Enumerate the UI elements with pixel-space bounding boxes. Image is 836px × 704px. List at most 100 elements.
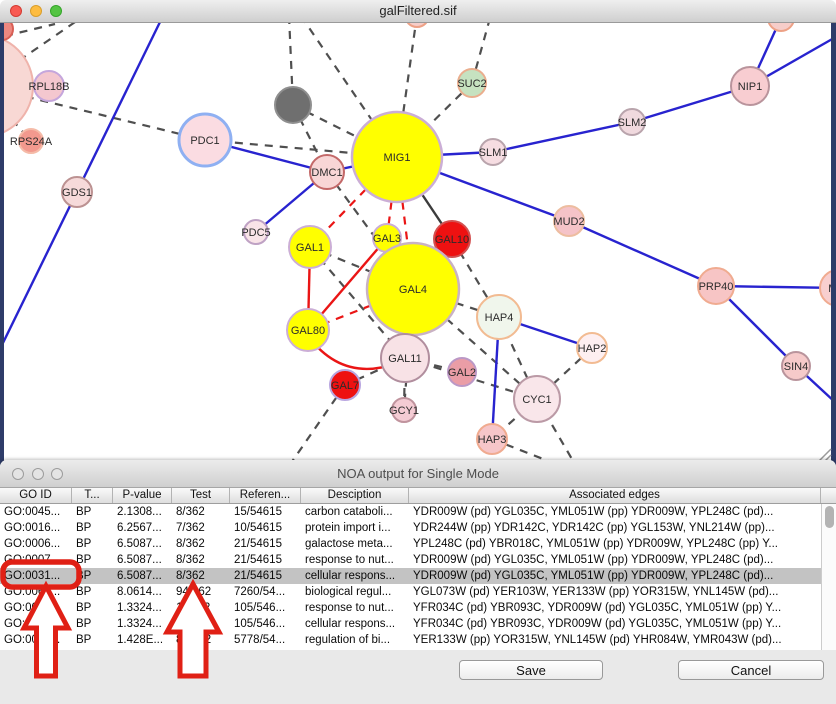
table-cell: 7260/54... [230,584,301,600]
network-window-title: galFiltered.sif [0,3,836,18]
column-header-p-value[interactable]: P-value [113,488,172,503]
table-cell: 8/362 [172,536,230,552]
node-label: GDS1 [62,187,92,199]
node-MUD2[interactable]: MUD2 [553,206,584,236]
table-cell: biological regul... [301,584,409,600]
node-label: NIP1 [738,81,762,93]
table-cell: cellular respons... [301,616,409,632]
table-cell: cellular respons... [301,568,409,584]
column-header-associated-edges[interactable]: Associated edges [409,488,821,503]
node-GAL7[interactable]: GAL7 [330,370,360,400]
table-cell: GO:0031... [0,600,72,616]
node-label: GAL2 [448,367,476,379]
table-cell: YPL248C (pd) YBR018C, YML051W (pp) YDR00… [409,536,821,552]
node-PRP40[interactable]: PRP40 [698,268,734,304]
node-HAP3[interactable]: HAP3 [477,424,507,454]
table-cell: 21/54615 [230,568,301,584]
node-RPL18B[interactable]: RPL18B [29,71,70,101]
table-cell: YFR034C (pd) YBR093C, YDR009W (pd) YGL03… [409,600,821,616]
node-GAL80[interactable]: GAL80 [287,309,329,351]
table-row[interactable]: GO:0016...BP6.2567...7/36210/54615protei… [0,520,821,536]
node-label: DMC1 [311,167,342,179]
table-row[interactable]: GO:0007...BP6.5087...8/36221/54615respon… [0,552,821,568]
table-cell: GO:0007... [0,552,72,568]
table-cell: 21/54615 [230,552,301,568]
node-PDC1[interactable]: PDC1 [179,114,231,166]
table-cell: BP [72,616,113,632]
node-GAL1[interactable]: GAL1 [289,226,331,268]
node-label: CYC1 [522,394,551,406]
table-cell: BP [72,600,113,616]
node-label: MIG1 [384,152,411,164]
table-cell: 8/362 [172,552,230,568]
node-RPS24A[interactable]: RPS24A [10,129,53,153]
save-button[interactable]: Save [459,660,603,680]
table-cell: BP [72,520,113,536]
node-label: HAP4 [485,312,514,324]
network-left-border [0,22,4,466]
node-SUC2[interactable]: SUC2 [457,69,486,97]
table-cell: 2.1308... [113,504,172,520]
node-label: GAL4 [399,284,427,296]
node-label: GAL10 [435,234,469,246]
table-cell: regulation of bi... [301,632,409,648]
node-NIP1[interactable]: NIP1 [731,67,769,105]
table-cell: protein import i... [301,520,409,536]
scrollbar-thumb[interactable] [825,506,834,528]
node-GAL4[interactable]: GAL4 [367,243,459,335]
table-cell: YDR009W (pd) YGL035C, YML051W (pp) YDR00… [409,552,821,568]
screen: RPL18B RPS24A GDS1 PDC1 DMC1 MIG1 SUC2 SLM1 SLM2… [0,0,836,704]
table-cell: GO:0065... [0,584,72,600]
noa-titlebar: NOA output for Single Mode [0,460,836,488]
network-right-border [831,22,836,466]
node-GCY1[interactable]: GCY1 [389,398,419,422]
network-canvas[interactable]: RPL18B RPS24A GDS1 PDC1 DMC1 MIG1 SUC2 SLM1 SLM2… [0,0,836,466]
table-cell: YER133W (pp) YOR315W, YNL145W (pd) YHR08… [409,632,821,648]
table-cell: GO:0031... [0,568,72,584]
column-header-t-[interactable]: T... [72,488,113,503]
node-GAL2[interactable]: GAL2 [448,358,476,386]
node-DMC1[interactable]: DMC1 [310,155,344,189]
node-GAL11[interactable]: GAL11 [381,334,429,382]
table-cell: YFR034C (pd) YBR093C, YDR009W (pd) YGL03… [409,616,821,632]
table-body: GO:0045...BP2.1308...8/36215/54615carbon… [0,504,821,650]
table-row[interactable]: GO:0031...BP6.5087...8/36221/54615cellul… [0,568,821,584]
network-edge-blue[interactable] [493,122,632,152]
node-GDS1[interactable]: GDS1 [62,177,92,207]
table-cell: 6.2567... [113,520,172,536]
node-SLM1[interactable]: SLM1 [479,139,508,165]
node-HAP4[interactable]: HAP4 [477,295,521,339]
table-cell: BP [72,504,113,520]
table-row[interactable]: GO:0006...BP6.5087...8/36221/54615galact… [0,536,821,552]
node-SLM2[interactable]: SLM2 [618,109,647,135]
node-gray-node[interactable] [275,87,311,123]
node-CYC1[interactable]: CYC1 [514,376,560,422]
table-row[interactable]: GO:0031...BP1.3324...11/362105/546...cel… [0,616,821,632]
node-SIN4[interactable]: SIN4 [782,352,810,380]
table-cell: YGL073W (pd) YER103W, YER133W (pp) YOR31… [409,584,821,600]
table-cell: 6.5087... [113,568,172,584]
table-row[interactable]: GO:0045...BP2.1308...8/36215/54615carbon… [0,504,821,520]
column-header-go-id[interactable]: GO ID [0,488,72,503]
table-cell: 6.5087... [113,552,172,568]
node-MIG1[interactable]: MIG1 [352,112,442,202]
table-cell: YDR009W (pd) YGL035C, YML051W (pp) YDR00… [409,568,821,584]
table-cell: response to nut... [301,600,409,616]
table-cell: 105/546... [230,600,301,616]
table-cell: carbon cataboli... [301,504,409,520]
vertical-scrollbar[interactable] [821,504,836,650]
column-header-desciption[interactable]: Desciption [301,488,409,503]
node-label: GAL7 [331,380,359,392]
table-row[interactable]: GO:0050...BP1.428E...80/3625778/54...reg… [0,632,821,648]
column-header-referen-[interactable]: Referen... [230,488,301,503]
node-label: PDC1 [190,135,219,147]
table-cell: 10/54615 [230,520,301,536]
column-header-test[interactable]: Test [172,488,230,503]
table-row[interactable]: GO:0065...BP8.0614...94/3627260/54...bio… [0,584,821,600]
node-HAP2[interactable]: HAP2 [577,333,607,363]
cancel-button[interactable]: Cancel [678,660,824,680]
table-cell: 8.0614... [113,584,172,600]
network-edge-blue[interactable] [569,221,716,286]
table-cell: GO:0045... [0,504,72,520]
table-row[interactable]: GO:0031...BP1.3324...11/362105/546...res… [0,600,821,616]
